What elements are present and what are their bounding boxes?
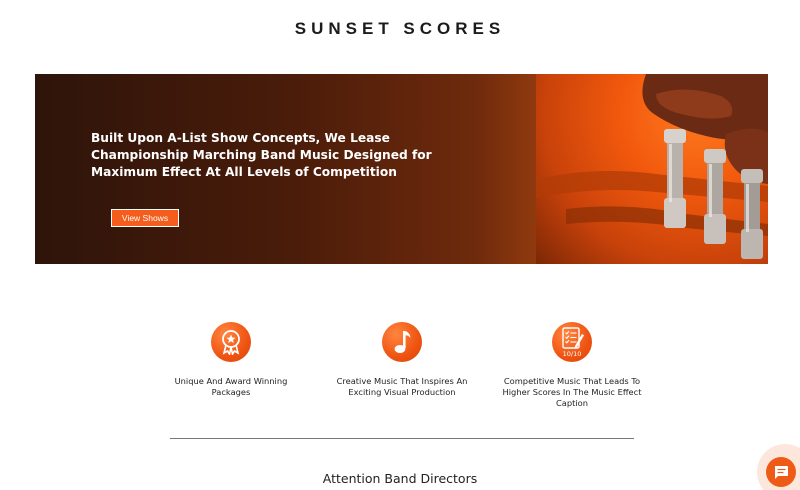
feature-award: Unique And Award Winning Packages — [156, 322, 306, 398]
section-heading: Attention Band Directors — [322, 471, 478, 486]
feature-text-music: Creative Music That Inspires An Exciting… — [336, 376, 468, 397]
hero-banner: Built Upon A-List Show Concepts, We Leas… — [35, 74, 768, 264]
chat-button[interactable] — [766, 457, 796, 487]
chat-icon — [775, 465, 788, 479]
score-sheet-icon-label: 10/10 — [563, 350, 582, 358]
music-note-icon — [382, 322, 422, 362]
section-divider — [170, 438, 634, 439]
feature-text-award: Unique And Award Winning Packages — [174, 376, 288, 397]
trumpet-valves-image — [536, 74, 768, 264]
site-title[interactable]: SUNSET SCORES — [0, 19, 800, 39]
feature-text-score: Competitive Music That Leads To Higher S… — [502, 376, 642, 408]
score-sheet-icon: 10/10 — [552, 322, 592, 362]
view-shows-button[interactable]: View Shows — [111, 209, 179, 227]
award-ribbon-icon — [211, 322, 251, 362]
feature-music: Creative Music That Inspires An Exciting… — [327, 322, 477, 398]
feature-score: 10/10 Competitive Music That Leads To Hi… — [497, 322, 647, 409]
hero-headline: Built Upon A-List Show Concepts, We Leas… — [91, 131, 432, 179]
